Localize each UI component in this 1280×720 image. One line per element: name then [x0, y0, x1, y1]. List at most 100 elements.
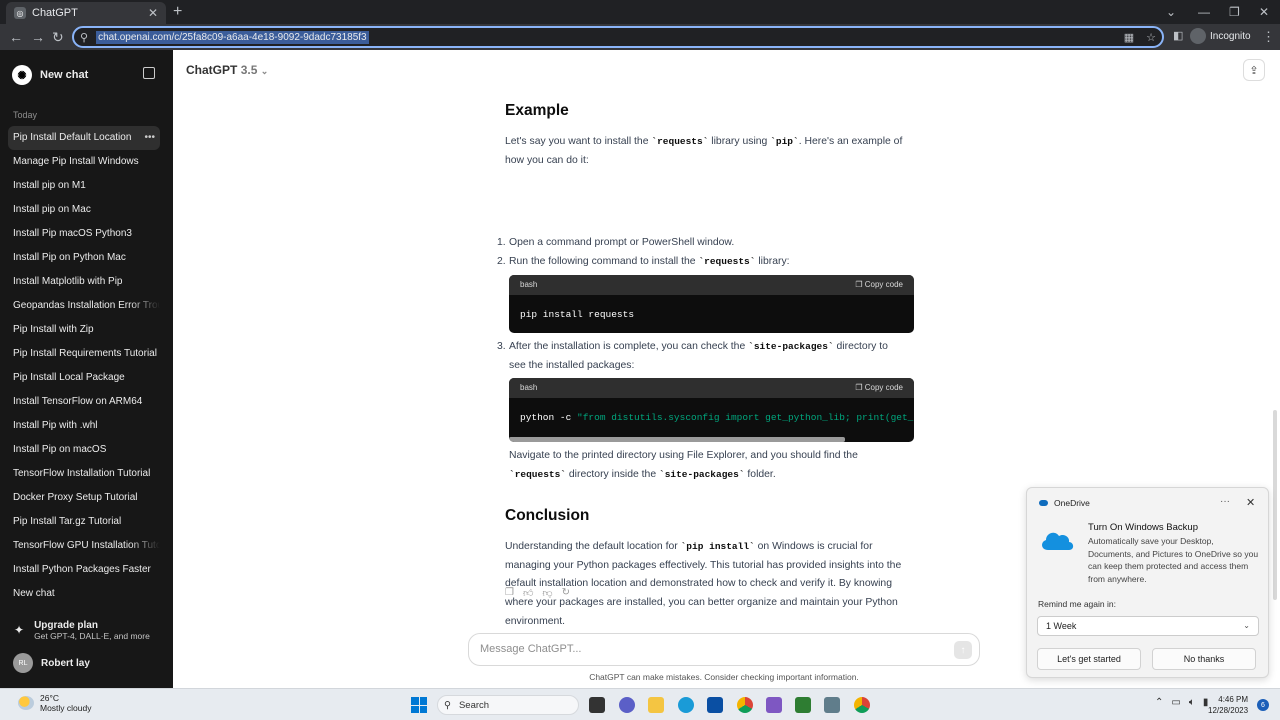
text: environment. — [505, 615, 566, 627]
url-text[interactable]: chat.openai.com/c/25fa8c09-a6aa-4e18-909… — [96, 30, 369, 44]
back-icon[interactable]: ← — [9, 29, 23, 45]
thumbs-up-icon[interactable]: 👍︎ — [523, 587, 533, 599]
browser-tab[interactable]: ◎ ChatGPT ✕ — [6, 2, 166, 24]
qr-code-icon[interactable]: ▦ — [1124, 31, 1134, 44]
chat-item-label: Install Pip on macOS — [13, 444, 107, 455]
code-language: bash — [520, 279, 538, 289]
chrome-active-icon[interactable] — [854, 697, 870, 713]
close-icon[interactable]: ✕ — [1246, 496, 1255, 509]
model-version: 3.5 — [240, 63, 258, 77]
file-explorer-icon[interactable] — [648, 697, 664, 713]
chat-item[interactable]: Pip Install Local Package — [8, 366, 160, 390]
compose-icon[interactable] — [143, 67, 155, 79]
clock[interactable]: 4:46 PM 12/28/2023 — [1208, 694, 1248, 716]
screen: ◎ ChatGPT ✕ + ⌄ — ❐ ✕ ← → ↻ ⚲ chat.opena… — [0, 0, 1280, 720]
chat-item[interactable]: Install Pip on macOS — [8, 438, 160, 462]
incognito-indicator[interactable]: Incognito — [1190, 28, 1251, 44]
new-tab-button[interactable]: + — [173, 3, 182, 21]
chat-item[interactable]: Install Pip on Python Mac — [8, 246, 160, 270]
tab-close-icon[interactable]: ✕ — [148, 6, 158, 20]
browser-menu-icon[interactable]: ⋮ — [1262, 29, 1275, 45]
avatar: RL — [13, 653, 33, 673]
windows-start-icon[interactable] — [411, 697, 427, 713]
chevron-down-icon: ⌄ — [1243, 621, 1250, 630]
forward-icon[interactable]: → — [31, 29, 45, 45]
chat-item-label: Install Pip on Python Mac — [13, 252, 126, 263]
side-panel-icon[interactable]: ◧ — [1173, 29, 1183, 42]
notification-badge[interactable]: 6 — [1257, 699, 1269, 711]
upgrade-plan-button[interactable]: ✦ Upgrade plan Get GPT-4, DALL·E, and mo… — [14, 620, 150, 641]
chat-item[interactable]: New chat — [8, 582, 160, 606]
text: see the installed packages: — [509, 359, 635, 371]
chat-item[interactable]: Pip Install Requirements Tutorial — [8, 342, 160, 366]
text: Navigate to the printed directory using … — [509, 450, 858, 461]
more-icon[interactable]: ··· — [1220, 496, 1230, 507]
window-close-icon[interactable]: ✕ — [1259, 0, 1269, 24]
chat-item[interactable]: Pip Install with Zip — [8, 318, 160, 342]
incognito-icon — [1190, 28, 1206, 44]
network-icon[interactable]: ▭ — [1171, 697, 1180, 708]
spreadsheet-icon[interactable] — [795, 697, 811, 713]
no-thanks-button[interactable]: No thanks — [1152, 648, 1256, 670]
copy-code-button[interactable]: ❐ Copy code — [855, 379, 903, 398]
copy-icon[interactable]: ❐ — [505, 587, 514, 599]
share-button[interactable]: ⇪ — [1243, 59, 1265, 81]
store-icon[interactable] — [707, 697, 723, 713]
code-content[interactable]: pip install requests — [509, 295, 914, 333]
chat-item[interactable]: Install pip on Mac — [8, 198, 160, 222]
chat-item[interactable]: Manage Pip Install Windows — [8, 150, 160, 174]
chat-item[interactable]: Pip Install Tar.gz Tutorial — [8, 510, 160, 534]
new-chat-button[interactable]: ✺ New chat — [8, 62, 158, 88]
thumbs-down-icon[interactable]: 👎︎ — [542, 587, 552, 599]
model-selector[interactable]: ChatGPT 3.5 ⌄ — [186, 63, 268, 77]
maximize-icon[interactable]: ❐ — [1229, 0, 1240, 24]
chat-item-label: TensorFlow Installation Tutorial — [13, 468, 151, 479]
site-info-icon[interactable]: ⚲ — [80, 31, 88, 44]
search-icon: ⚲ — [444, 699, 451, 711]
chat-item[interactable]: TensorFlow GPU Installation Tuto — [8, 534, 160, 558]
text: Let's say you want to install the — [505, 136, 652, 147]
minimize-icon[interactable]: — — [1198, 0, 1210, 24]
code-content[interactable]: python -c "from distutils.sysconfig impo… — [509, 398, 914, 439]
chatgpt-favicon-icon: ◎ — [14, 7, 26, 19]
edge-icon[interactable] — [678, 697, 694, 713]
tab-search-icon[interactable]: ⌄ — [1166, 0, 1176, 24]
bookmark-star-icon[interactable]: ☆ — [1146, 31, 1156, 44]
chat-item[interactable]: Docker Proxy Setup Tutorial — [8, 486, 160, 510]
scrollbar[interactable] — [1273, 410, 1277, 600]
taskbar-search[interactable]: ⚲ Search — [437, 695, 579, 715]
more-options-icon[interactable]: ••• — [144, 126, 155, 150]
send-button[interactable]: ↑ — [954, 641, 972, 659]
chat-item[interactable]: Install Pip macOS Python3 — [8, 222, 160, 246]
chat-app-icon[interactable] — [619, 697, 635, 713]
tab-title: ChatGPT — [32, 7, 78, 19]
user-menu[interactable]: RL Robert lay — [13, 653, 90, 673]
reload-icon[interactable]: ↻ — [52, 29, 64, 46]
search-label: Search — [458, 699, 490, 711]
chat-item[interactable]: Geopandas Installation Error Trou — [8, 294, 160, 318]
remind-select[interactable]: 1 Week ⌄ — [1037, 616, 1259, 636]
chat-item[interactable]: Install TensorFlow on ARM64 — [8, 390, 160, 414]
chat-item[interactable]: Install pip on M1 — [8, 174, 160, 198]
code-horizontal-scrollbar[interactable] — [509, 437, 845, 442]
chat-item[interactable]: Install Python Packages Faster — [8, 558, 160, 582]
lets-get-started-button[interactable]: Let's get started — [1037, 648, 1141, 670]
text: Run the following command to install the — [509, 256, 699, 267]
message-input[interactable]: Message ChatGPT... ↑ — [468, 633, 980, 666]
app-icon[interactable] — [824, 697, 840, 713]
chat-item[interactable]: Pip Install Default Location ••• — [8, 126, 160, 150]
onedrive-small-icon — [1039, 500, 1048, 506]
chat-item[interactable]: Install Matplotlib with Pip — [8, 270, 160, 294]
chat-item[interactable]: Install Pip with .whl — [8, 414, 160, 438]
chevron-up-icon[interactable]: ⌃ — [1155, 697, 1163, 708]
chat-item[interactable]: TensorFlow Installation Tutorial — [8, 462, 160, 486]
address-bar[interactable]: ⚲ chat.openai.com/c/25fa8c09-a6aa-4e18-9… — [72, 26, 1164, 48]
app-icon[interactable] — [766, 697, 782, 713]
weather-widget[interactable]: 26°C Mostly cloudy — [18, 693, 92, 713]
copy-code-button[interactable]: ❐ Copy code — [855, 276, 903, 295]
chat-item-label: Install pip on Mac — [13, 204, 91, 215]
regenerate-icon[interactable]: ↻ — [562, 587, 570, 599]
chrome-icon[interactable] — [737, 697, 753, 713]
volume-icon[interactable]: 🔈︎ — [1189, 697, 1195, 708]
task-view-icon[interactable] — [589, 697, 605, 713]
